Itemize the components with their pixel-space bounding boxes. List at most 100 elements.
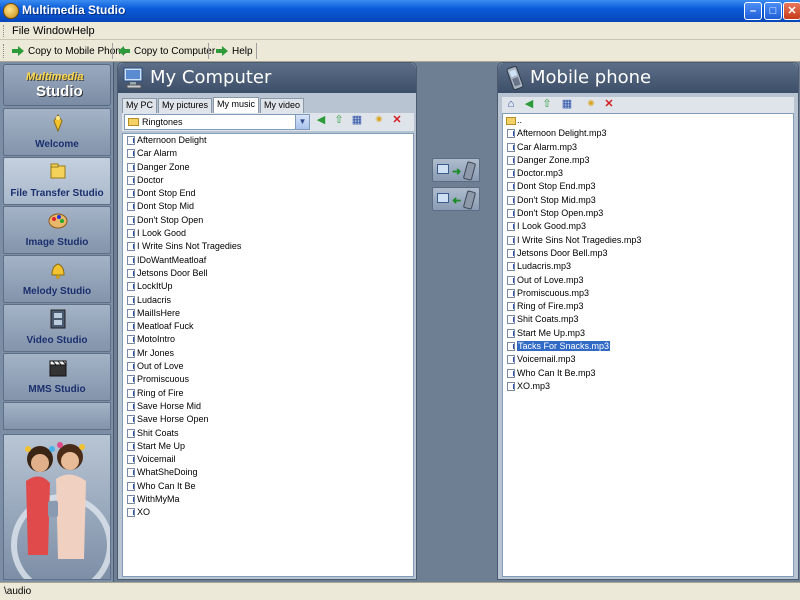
minimize-button[interactable]: – <box>744 2 762 20</box>
tab-my-video[interactable]: My video <box>260 98 305 113</box>
file-list-item[interactable]: Save Horse Open <box>123 413 413 426</box>
transfer-to-computer-button[interactable]: ➜ <box>432 187 480 211</box>
back-icon[interactable]: ◀ <box>522 97 536 111</box>
menu-window[interactable]: Window <box>33 25 72 37</box>
file-list-item[interactable]: Ring of Fire.mp3 <box>503 300 793 313</box>
home-icon[interactable]: ⌂ <box>504 97 518 111</box>
file-list-item[interactable]: WhatSheDoing <box>123 466 413 479</box>
file-list-item[interactable]: Danger Zone <box>123 161 413 174</box>
file-list-item[interactable]: I Look Good <box>123 227 413 240</box>
file-list-item[interactable]: Shit Coats.mp3 <box>503 313 793 326</box>
file-list-item[interactable]: Doctor <box>123 174 413 187</box>
file-list-item[interactable]: XO.mp3 <box>503 380 793 393</box>
transfer-to-phone-button[interactable]: ➜ <box>432 158 480 182</box>
tab-my-pc[interactable]: My PC <box>122 98 157 113</box>
menu-file[interactable]: File <box>12 25 30 37</box>
file-list-item[interactable]: I Look Good.mp3 <box>503 220 793 233</box>
copy-to-mobile-button[interactable]: Copy to Mobile Phone <box>12 43 126 59</box>
folder-dropdown[interactable]: Ringtones ▼ <box>124 114 310 130</box>
close-button[interactable]: ✕ <box>783 2 800 20</box>
file-list-item[interactable]: Out of Love.mp3 <box>503 274 793 287</box>
folder-icon <box>128 118 139 126</box>
audio-file-icon <box>127 136 135 145</box>
file-list-item[interactable]: Promiscuous.mp3 <box>503 287 793 300</box>
chevron-down-icon[interactable]: ▼ <box>295 115 309 129</box>
parent-folder-item[interactable]: .. <box>503 114 793 127</box>
sidebar-item-video-studio[interactable]: Video Studio <box>3 304 111 352</box>
file-list-item[interactable]: Shit Coats <box>123 427 413 440</box>
file-list-item[interactable]: Start Me Up.mp3 <box>503 327 793 340</box>
new-folder-icon[interactable]: ✷ <box>584 97 598 111</box>
view-mode-icon[interactable]: ▦ <box>350 113 364 127</box>
file-list-item[interactable]: Don't Stop Open <box>123 214 413 227</box>
file-list-item[interactable]: Jetsons Door Bell.mp3 <box>503 247 793 260</box>
copy-to-computer-label: Copy to Computer <box>134 45 216 57</box>
file-list-item[interactable]: Mr Jones <box>123 347 413 360</box>
file-list-item[interactable]: Jetsons Door Bell <box>123 267 413 280</box>
file-list-item[interactable]: Who Can It Be <box>123 480 413 493</box>
file-list-item[interactable]: Dont Stop Mid <box>123 200 413 213</box>
file-list-item[interactable]: IDoWantMeatloaf <box>123 254 413 267</box>
file-list-item[interactable]: Afternoon Delight.mp3 <box>503 127 793 140</box>
file-list-item[interactable]: Afternoon Delight <box>123 134 413 147</box>
file-list-item[interactable]: Car Alarm.mp3 <box>503 141 793 154</box>
tab-my-pictures[interactable]: My pictures <box>158 98 213 113</box>
toolbar-grip[interactable] <box>3 44 6 58</box>
view-mode-icon[interactable]: ▦ <box>560 97 574 111</box>
file-list-item[interactable]: Save Horse Mid <box>123 400 413 413</box>
file-list-item[interactable]: Promiscuous <box>123 373 413 386</box>
file-list-item[interactable]: Who Can It Be.mp3 <box>503 367 793 380</box>
sidebar-item-mms-studio[interactable]: MMS Studio <box>3 353 111 401</box>
new-folder-icon[interactable]: ✷ <box>372 113 386 127</box>
file-list-item[interactable]: Car Alarm <box>123 147 413 160</box>
file-list-item[interactable]: Don't Stop Mid.mp3 <box>503 194 793 207</box>
file-list-item[interactable]: Ludacris <box>123 294 413 307</box>
file-list-item[interactable]: Voicemail <box>123 453 413 466</box>
file-list-item[interactable]: Out of Love <box>123 360 413 373</box>
menu-help[interactable]: Help <box>72 25 95 37</box>
file-list-item[interactable]: Ring of Fire <box>123 387 413 400</box>
tab-my-music[interactable]: My music <box>213 97 260 113</box>
file-list-item[interactable]: Tacks For Snacks.mp3 <box>503 340 793 353</box>
sidebar-item-file-transfer[interactable]: File Transfer Studio <box>3 157 111 205</box>
maximize-button[interactable]: □ <box>764 2 782 20</box>
file-list-item[interactable]: I Write Sins Not Tragedies <box>123 240 413 253</box>
pc-file-list[interactable]: Afternoon Delight Car Alarm Danger Zone Doc… <box>122 133 414 577</box>
file-list-item[interactable]: I Write Sins Not Tragedies.mp3 <box>503 234 793 247</box>
audio-file-icon <box>127 229 135 239</box>
phone-file-list[interactable]: .. Afternoon Delight.mp3 Car Alarm.mp3 Dan… <box>502 113 794 577</box>
up-folder-icon[interactable]: ⇧ <box>332 113 346 127</box>
file-list-item[interactable]: Voicemail.mp3 <box>503 353 793 366</box>
toolbar-separator <box>256 43 257 59</box>
file-list-item[interactable]: Dont Stop End <box>123 187 413 200</box>
help-button[interactable]: Help <box>216 43 253 59</box>
file-list-item[interactable]: Doctor.mp3 <box>503 167 793 180</box>
sidebar-spacer <box>3 402 111 430</box>
sidebar-item-welcome[interactable]: Welcome <box>3 108 111 156</box>
file-list-item[interactable]: MailIsHere <box>123 307 413 320</box>
file-name: Shit Coats <box>137 427 179 438</box>
sidebar-item-melody-studio[interactable]: Melody Studio <box>3 255 111 303</box>
file-list-item[interactable]: Danger Zone.mp3 <box>503 154 793 167</box>
delete-icon[interactable]: ✕ <box>602 97 616 111</box>
file-list-item[interactable]: XO <box>123 506 413 519</box>
file-list-item[interactable]: MotoIntro <box>123 333 413 346</box>
copy-to-computer-button[interactable]: Copy to Computer <box>118 43 215 59</box>
menu-grip[interactable] <box>3 25 6 37</box>
audio-file-icon <box>507 169 515 179</box>
back-icon[interactable]: ◀ <box>314 113 328 127</box>
film-icon <box>50 309 66 329</box>
file-list-item[interactable]: Don't Stop Open.mp3 <box>503 207 793 220</box>
file-list-item[interactable]: Start Me Up <box>123 440 413 453</box>
file-list-item[interactable]: LockItUp <box>123 280 413 293</box>
file-list-item[interactable]: Ludacris.mp3 <box>503 260 793 273</box>
file-list-item[interactable]: WithMyMa <box>123 493 413 506</box>
file-list-item[interactable]: Meatloaf Fuck <box>123 320 413 333</box>
up-folder-icon[interactable]: ⇧ <box>540 97 554 111</box>
audio-file-icon <box>127 175 135 185</box>
delete-icon[interactable]: ✕ <box>390 113 404 127</box>
sidebar-item-image-studio[interactable]: Image Studio <box>3 206 111 254</box>
audio-file-icon <box>507 302 515 312</box>
audio-file-icon <box>507 195 515 205</box>
file-list-item[interactable]: Dont Stop End.mp3 <box>503 180 793 193</box>
